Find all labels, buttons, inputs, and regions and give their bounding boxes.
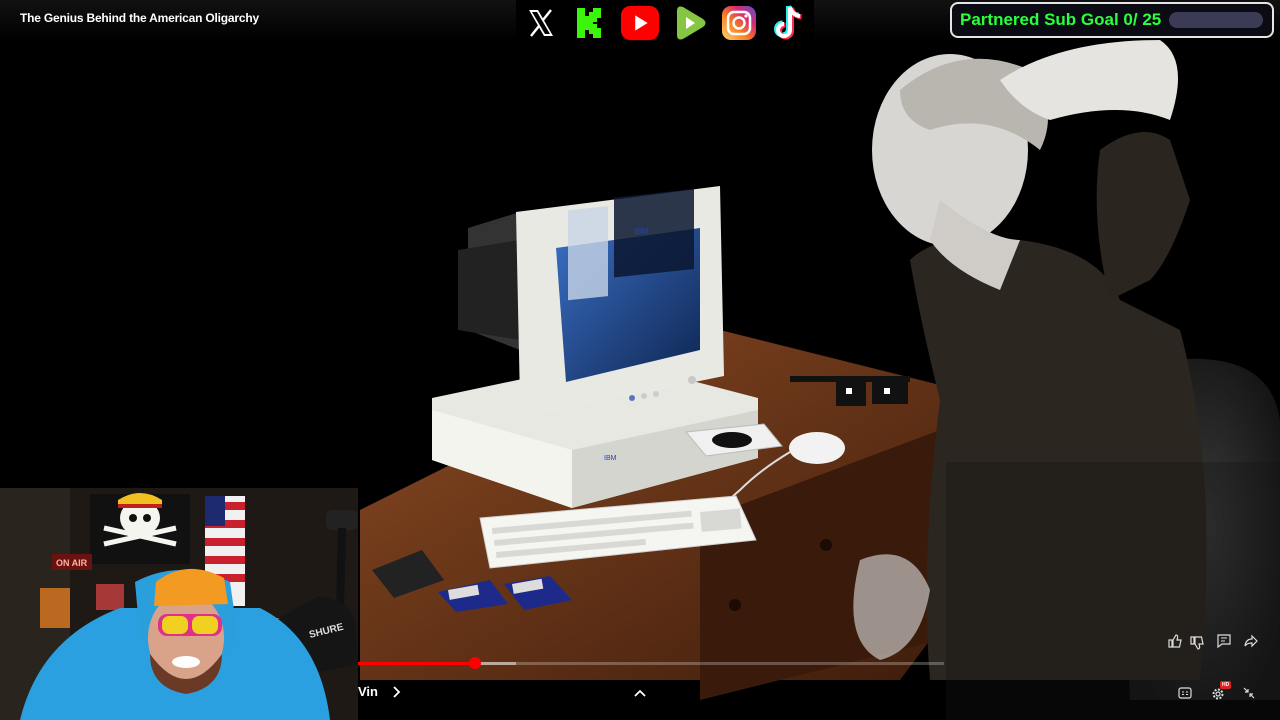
thumbs-up-icon [1168, 634, 1182, 648]
stream-stage: IBM IBM The Genius Behind the American O… [0, 0, 1280, 720]
sub-goal-progress-bar [1169, 12, 1264, 28]
sub-goal-widget: Partnered Sub Goal 0/ 25 [950, 2, 1274, 38]
monitor-brand-logo: IBM [634, 227, 649, 236]
sub-goal-label: Partnered Sub Goal 0/ 25 [960, 10, 1162, 29]
skull-flag-decoration [90, 493, 190, 564]
webcam-overlay: ON AIR SHURE [0, 488, 358, 720]
seek-bar[interactable] [358, 657, 944, 669]
social-links-bar [516, 0, 814, 46]
streamer-camera-feed: ON AIR SHURE [0, 488, 358, 720]
tower-brand-logo: IBM [604, 455, 617, 462]
rumble-icon[interactable] [670, 3, 710, 43]
chapter-control[interactable]: Vin [358, 684, 402, 699]
captions-icon [1178, 687, 1192, 699]
share-button[interactable] [1244, 634, 1258, 653]
minimize-icon [1243, 687, 1255, 699]
youtube-icon[interactable] [620, 3, 660, 43]
captions-button[interactable] [1178, 687, 1192, 699]
gear-icon [1212, 688, 1224, 700]
tiktok-icon[interactable] [769, 3, 809, 43]
like-button[interactable] [1168, 634, 1182, 653]
comments-button[interactable] [1217, 634, 1231, 653]
video-title[interactable]: The Genius Behind the American Oligarchy [20, 11, 259, 25]
seek-bar-played [358, 662, 476, 665]
chapter-title[interactable]: Vin [358, 684, 378, 699]
share-icon [1244, 634, 1258, 648]
settings-button[interactable]: HD [1210, 681, 1232, 702]
x-icon[interactable] [521, 3, 561, 43]
dislike-button[interactable] [1190, 636, 1204, 655]
hd-badge: HD [1220, 681, 1232, 689]
chevron-up-icon[interactable] [634, 688, 646, 698]
comment-icon [1217, 634, 1231, 649]
on-air-text: ON AIR [56, 558, 88, 568]
exit-fullscreen-button[interactable] [1243, 687, 1255, 699]
seek-bar-buffered [475, 662, 517, 665]
kick-icon[interactable] [570, 3, 610, 43]
thumbs-down-icon [1190, 636, 1204, 650]
instagram-icon[interactable] [719, 3, 759, 43]
chevron-right-icon[interactable] [392, 685, 402, 698]
